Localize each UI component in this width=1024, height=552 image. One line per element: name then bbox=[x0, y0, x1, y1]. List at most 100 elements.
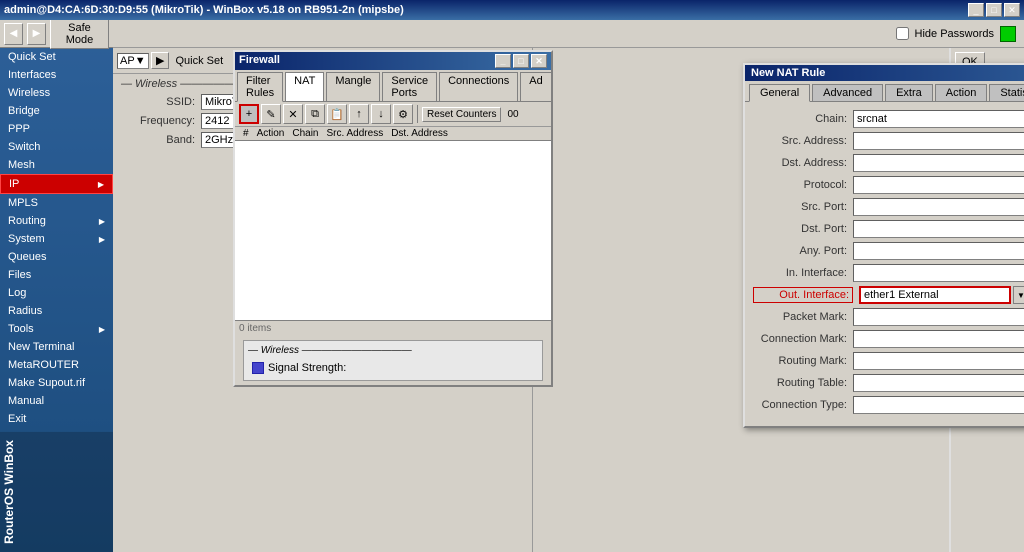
back-btn[interactable]: ◀ bbox=[4, 23, 23, 45]
nat-tab-statistics[interactable]: Statistics bbox=[989, 84, 1024, 101]
fw-table-body bbox=[235, 141, 551, 321]
src-port-field-row: Src. Port: ▼ bbox=[753, 198, 1024, 216]
fw-tab-filterrules[interactable]: Filter Rules bbox=[237, 72, 283, 102]
chain-input-container: ▼ bbox=[853, 110, 1024, 128]
fw-reset-counters-btn[interactable]: Reset Counters bbox=[422, 107, 501, 122]
fw-tab-nat[interactable]: NAT bbox=[285, 72, 324, 101]
sidebar-item-files[interactable]: Files bbox=[0, 266, 113, 284]
sidebar-item-wireless[interactable]: Wireless bbox=[0, 84, 113, 102]
sidebar-item-switch[interactable]: Switch bbox=[0, 138, 113, 156]
ap-settings-btn[interactable]: ▶ bbox=[151, 52, 169, 69]
fw-tab-ad[interactable]: Ad bbox=[520, 72, 551, 101]
out-interface-input-container: ▼ ▲ bbox=[859, 286, 1024, 304]
sidebar-item-mpls[interactable]: MPLS bbox=[0, 194, 113, 212]
connection-type-field-row: Connection Type: ▼ bbox=[753, 396, 1024, 414]
wireless-bottom-section: — Wireless ——————————— Signal Strength: bbox=[243, 340, 543, 381]
fw-close-btn[interactable]: ✕ bbox=[531, 54, 547, 68]
signal-strength-panel: Signal Strength: bbox=[248, 360, 538, 376]
winbox-label: RouterOS WinBox bbox=[0, 432, 113, 552]
forward-btn[interactable]: ▶ bbox=[27, 23, 46, 45]
ap-dropdown[interactable]: AP ▼ bbox=[117, 53, 149, 69]
protocol-input[interactable] bbox=[853, 176, 1024, 194]
nat-tab-extra[interactable]: Extra bbox=[885, 84, 933, 101]
routing-mark-input[interactable] bbox=[853, 352, 1024, 370]
packet-mark-input[interactable] bbox=[853, 308, 1024, 326]
signal-indicator bbox=[252, 362, 264, 374]
content-area: AP ▼ ▶ Quick Set — Wireless ————————————… bbox=[113, 48, 1024, 552]
fw-maximize-btn[interactable]: □ bbox=[513, 54, 529, 68]
src-port-input[interactable] bbox=[853, 198, 1024, 216]
connection-type-input[interactable] bbox=[853, 396, 1024, 414]
src-address-label: Src. Address: bbox=[753, 135, 853, 147]
routing-table-input[interactable] bbox=[853, 374, 1024, 392]
in-interface-input[interactable] bbox=[853, 264, 1024, 282]
fw-movedown-btn[interactable]: ↓ bbox=[371, 104, 391, 124]
nat-tab-general[interactable]: General bbox=[749, 84, 810, 102]
nat-title: New NAT Rule bbox=[751, 67, 825, 79]
sidebar-item-makesupout[interactable]: Make Supout.rif bbox=[0, 374, 113, 392]
sidebar-item-ppp[interactable]: PPP bbox=[0, 120, 113, 138]
nat-tabs: General Advanced Extra Action Statistics bbox=[745, 81, 1024, 102]
fw-copy-btn[interactable]: ⧉ bbox=[305, 104, 325, 124]
chain-label: Chain: bbox=[753, 113, 853, 125]
fw-paste-btn[interactable]: 📋 bbox=[327, 104, 347, 124]
sidebar-item-system[interactable]: System ▶ bbox=[0, 230, 113, 248]
dst-port-input[interactable] bbox=[853, 220, 1024, 238]
chain-input[interactable] bbox=[853, 110, 1024, 128]
fw-delete-btn[interactable]: ✕ bbox=[283, 104, 303, 124]
packet-mark-label: Packet Mark: bbox=[753, 311, 853, 323]
routing-table-label: Routing Table: bbox=[753, 377, 853, 389]
any-port-input[interactable] bbox=[853, 242, 1024, 260]
connection-mark-input[interactable] bbox=[853, 330, 1024, 348]
tools-arrow-icon: ▶ bbox=[99, 325, 105, 334]
fw-minimize-btn[interactable]: _ bbox=[495, 54, 511, 68]
nat-tab-advanced[interactable]: Advanced bbox=[812, 84, 883, 101]
sidebar-item-queues[interactable]: Queues bbox=[0, 248, 113, 266]
fw-tab-connections[interactable]: Connections bbox=[439, 72, 518, 101]
routing-table-input-container: ▼ bbox=[853, 374, 1024, 392]
hide-passwords-checkbox[interactable] bbox=[896, 27, 909, 40]
connection-mark-input-container: ▼ bbox=[853, 330, 1024, 348]
sidebar-item-log[interactable]: Log bbox=[0, 284, 113, 302]
connection-indicator bbox=[1000, 26, 1016, 42]
routing-mark-input-container: ▼ bbox=[853, 352, 1024, 370]
dst-address-input[interactable] bbox=[853, 154, 1024, 172]
routing-table-field-row: Routing Table: ▼ bbox=[753, 374, 1024, 392]
fw-col-action: Action bbox=[253, 128, 289, 139]
sidebar-item-quickset[interactable]: Quick Set bbox=[0, 48, 113, 66]
connection-type-input-container: ▼ bbox=[853, 396, 1024, 414]
src-address-input[interactable] bbox=[853, 132, 1024, 150]
maximize-btn[interactable]: □ bbox=[986, 3, 1002, 17]
sidebar-item-newterminal[interactable]: New Terminal bbox=[0, 338, 113, 356]
ap-panel: AP ▼ ▶ Quick Set — Wireless ————————————… bbox=[113, 48, 533, 552]
protocol-field-row: Protocol: ▼ bbox=[753, 176, 1024, 194]
sidebar-item-mesh[interactable]: Mesh bbox=[0, 156, 113, 174]
fw-moveup-btn[interactable]: ↑ bbox=[349, 104, 369, 124]
connection-mark-label: Connection Mark: bbox=[753, 333, 853, 345]
fw-edit-btn[interactable]: ✎ bbox=[261, 104, 281, 124]
sidebar-item-routing[interactable]: Routing ▶ bbox=[0, 212, 113, 230]
safe-mode-button[interactable]: Safe Mode bbox=[50, 19, 109, 49]
src-address-input-container: ▼ bbox=[853, 132, 1024, 150]
fw-tab-serviceports[interactable]: Service Ports bbox=[382, 72, 437, 101]
sidebar-item-tools[interactable]: Tools ▶ bbox=[0, 320, 113, 338]
sidebar-item-metarouter[interactable]: MetaROUTER bbox=[0, 356, 113, 374]
any-port-input-container: ▼ bbox=[853, 242, 1024, 260]
nat-tab-action[interactable]: Action bbox=[935, 84, 988, 101]
fw-filter-btn[interactable]: ⚙ bbox=[393, 104, 413, 124]
sidebar-item-manual[interactable]: Manual bbox=[0, 392, 113, 410]
sidebar-item-ip[interactable]: IP ▶ bbox=[0, 174, 113, 194]
sidebar-item-radius[interactable]: Radius bbox=[0, 302, 113, 320]
fw-tab-mangle[interactable]: Mangle bbox=[326, 72, 380, 101]
sidebar-item-exit[interactable]: Exit bbox=[0, 410, 113, 428]
sidebar-item-interfaces[interactable]: Interfaces bbox=[0, 66, 113, 84]
sidebar-toolbar: ◀ ▶ Safe Mode bbox=[0, 20, 113, 48]
sidebar-item-bridge[interactable]: Bridge bbox=[0, 102, 113, 120]
fw-col-srcaddr: Src. Address bbox=[323, 128, 388, 139]
fw-add-btn[interactable]: + bbox=[239, 104, 259, 124]
out-interface-dropdown-btn[interactable]: ▼ bbox=[1013, 286, 1024, 304]
nat-content: Chain: ▼ Src. Address: bbox=[745, 102, 1024, 426]
close-btn[interactable]: ✕ bbox=[1004, 3, 1020, 17]
out-interface-input[interactable] bbox=[859, 286, 1011, 304]
minimize-btn[interactable]: _ bbox=[968, 3, 984, 17]
